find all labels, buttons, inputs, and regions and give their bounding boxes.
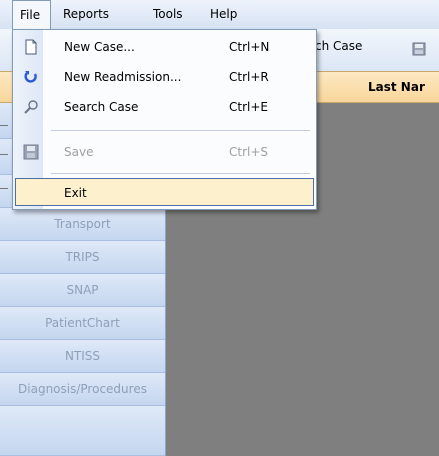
sidebar-item-cut-off[interactable] [0,406,165,456]
readmission-icon [24,71,37,83]
sidebar-item-patientchart[interactable]: PatientChart [0,307,165,340]
search-icon [24,100,38,114]
menu-item-shortcut: Ctrl+E [229,100,268,114]
menu-reports[interactable]: Reports [63,0,109,29]
menu-item-shortcut: Ctrl+R [229,70,269,84]
menu-item-label: Exit [64,186,87,200]
menu-item-exit[interactable]: Exit [15,178,314,206]
menu-item-label: New Readmission... [64,70,182,84]
menu-item-label: Search Case [64,100,139,114]
menu-file[interactable]: File [12,0,51,29]
sidebar-item-trips[interactable]: TRIPS [0,241,165,274]
menu-item-label: New Case... [64,40,135,54]
menu-item-search-case[interactable]: Search Case Ctrl+E [15,93,314,121]
sidebar-item-diagnosis-procedures[interactable]: Diagnosis/Procedures [0,373,165,406]
menu-item-label: Save [64,145,94,159]
menu-item-shortcut: Ctrl+S [229,145,269,159]
new-document-icon [25,39,37,55]
menu-separator [51,173,310,174]
menu-help[interactable]: Help [210,0,237,29]
save-icon [23,144,39,160]
menu-item-shortcut: Ctrl+N [229,40,270,54]
column-header-last-name[interactable]: Last Nar [368,72,425,102]
menu-item-new-case[interactable]: New Case... Ctrl+N [15,33,314,61]
menu-item-new-readmission[interactable]: New Readmission... Ctrl+R [15,63,314,91]
sidebar-item-ntiss[interactable]: NTISS [0,340,165,373]
file-menu-dropdown: New Case... Ctrl+N New Readmission... Ct… [12,29,317,210]
sidebar-item-transport[interactable]: Transport [0,208,165,241]
menu-item-save[interactable]: Save Ctrl+S [15,138,314,166]
menu-bar: File Reports Tools Help [0,0,439,29]
menu-separator [51,130,310,131]
save-icon[interactable] [412,42,426,56]
menu-tools[interactable]: Tools [153,0,183,29]
sidebar-item-snap[interactable]: SNAP [0,274,165,307]
